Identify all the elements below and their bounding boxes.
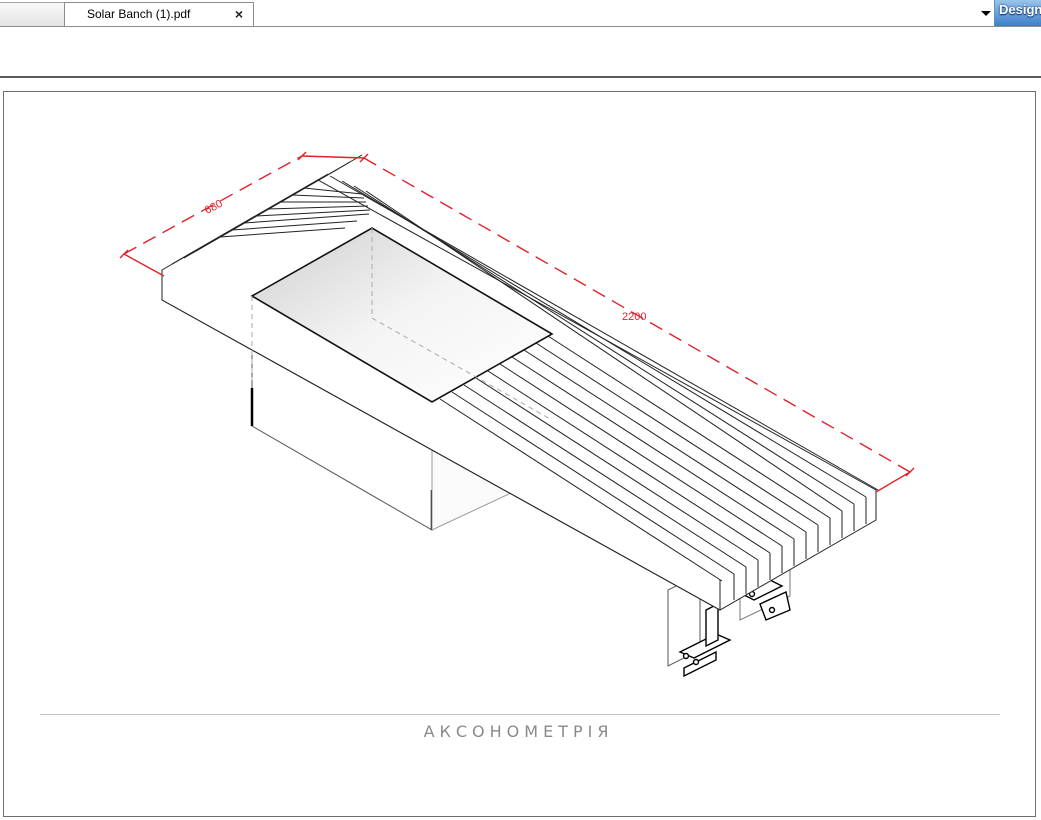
dimension-label-length: 2200 xyxy=(622,311,646,323)
caption-divider xyxy=(40,714,1000,715)
bench-axonometric-drawing: 680 2200 xyxy=(119,151,915,678)
drawing-caption: АКСОНОМЕТРІЯ xyxy=(423,722,614,741)
